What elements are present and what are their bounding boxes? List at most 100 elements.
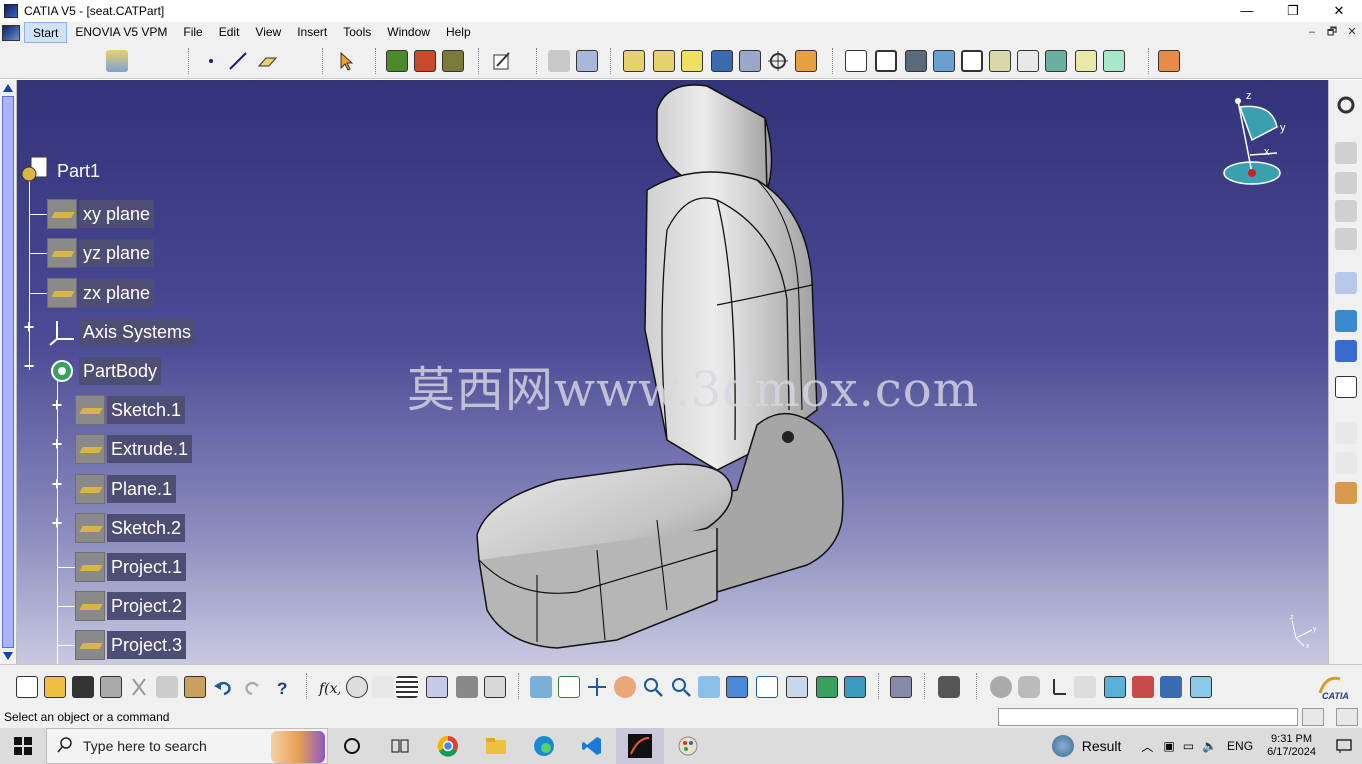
new-file-icon[interactable] (16, 676, 38, 698)
swap-space-icon[interactable] (844, 676, 866, 698)
scroll-thumb[interactable] (2, 96, 14, 648)
menu-window[interactable]: Window (379, 22, 438, 43)
chrome-icon[interactable] (424, 728, 472, 764)
swept-icon[interactable] (990, 676, 1012, 698)
power-input-button[interactable] (1336, 708, 1358, 726)
shaft-icon[interactable] (681, 50, 703, 72)
design-table-icon[interactable] (396, 676, 418, 698)
open-folder-icon[interactable] (44, 676, 66, 698)
paint-app-icon[interactable] (664, 728, 712, 764)
tree-node-yz-plane[interactable]: yz plane (47, 238, 155, 268)
network-icon[interactable]: ▭ (1183, 739, 1194, 753)
meet-now-icon[interactable]: ▣ (1163, 739, 1174, 753)
hole-icon[interactable] (767, 50, 789, 72)
task-view-icon[interactable] (376, 728, 424, 764)
chevron-up-icon[interactable]: ︿ (1141, 738, 1153, 755)
tree-node-root[interactable]: Part1 (19, 156, 104, 186)
apply-material-icon[interactable] (1335, 310, 1357, 332)
cut-icon[interactable] (128, 676, 150, 698)
remove-face-icon[interactable] (1017, 50, 1039, 72)
undo-icon[interactable] (212, 676, 234, 698)
print-icon[interactable] (100, 676, 122, 698)
transformation-icon[interactable] (1045, 50, 1067, 72)
tree-node-sketch-1[interactable]: Sketch.1 (75, 395, 186, 425)
tree-node-extrude-1[interactable]: Extrude.1 (75, 434, 193, 464)
layers-icon[interactable] (106, 50, 128, 72)
3d-viewport[interactable]: 莫西网www.3dmox.com z y x z y x Part1 xy pl… (17, 80, 1328, 664)
expand-icon[interactable]: + (50, 435, 64, 453)
comment-icon[interactable] (346, 676, 368, 698)
tree-node-xy-plane[interactable]: xy plane (47, 199, 155, 229)
line-icon[interactable] (227, 50, 249, 72)
tree-node-project-2[interactable]: Project.2 (75, 591, 187, 621)
law-icon[interactable] (372, 676, 394, 698)
layer-filter-icon[interactable] (1104, 676, 1126, 698)
knowledge-icon[interactable] (1335, 482, 1357, 504)
check-icon[interactable] (1132, 676, 1154, 698)
draft-icon[interactable] (905, 50, 927, 72)
tree-node-axis-systems[interactable]: Axis Systems (47, 317, 196, 347)
menu-tools[interactable]: Tools (335, 22, 379, 43)
tree-node-plane-1[interactable]: Plane.1 (75, 474, 177, 504)
measure-icon[interactable] (1335, 142, 1357, 164)
flag-note-icon[interactable] (1335, 452, 1357, 474)
material-icon[interactable] (1190, 676, 1212, 698)
tree-node-sketch-2[interactable]: Sketch.2 (75, 513, 186, 543)
cortana-icon[interactable] (328, 728, 376, 764)
draft-analysis-icon[interactable] (1335, 228, 1357, 250)
update-icon[interactable] (386, 50, 408, 72)
plane-icon[interactable] (256, 50, 278, 72)
text-annotation-icon[interactable] (1335, 422, 1357, 444)
maximize-button[interactable]: ❐ (1270, 0, 1316, 22)
shading-icon[interactable] (786, 676, 808, 698)
pattern-icon[interactable] (1103, 50, 1125, 72)
compass-icon[interactable]: z y x (1202, 85, 1292, 195)
weather-text[interactable]: Result (1082, 738, 1122, 754)
catalog-browser-icon[interactable] (890, 676, 912, 698)
multi-view-icon[interactable] (726, 676, 748, 698)
notification-icon[interactable] (1326, 738, 1362, 754)
clock[interactable]: 9:31 PM 6/17/2024 (1267, 733, 1316, 759)
fit-all-in-icon[interactable] (558, 676, 580, 698)
catia-menu-logo-icon[interactable] (2, 24, 20, 41)
select-arrow-icon[interactable] (336, 50, 358, 72)
pan-icon[interactable] (586, 676, 608, 698)
lock-icon[interactable] (456, 676, 478, 698)
scroll-down-icon[interactable] (3, 652, 13, 660)
axis-system-icon[interactable] (548, 50, 570, 72)
isometric-view-icon[interactable] (756, 676, 778, 698)
mirror-icon[interactable] (1075, 50, 1097, 72)
redo-icon[interactable] (242, 676, 264, 698)
capture-camera-icon[interactable] (938, 676, 960, 698)
menu-enovia[interactable]: ENOVIA V5 VPM (67, 22, 175, 43)
file-explorer-icon[interactable] (472, 728, 520, 764)
close-button[interactable]: ✕ (1316, 0, 1362, 22)
constraint-icon[interactable] (1335, 272, 1357, 294)
whats-this-icon[interactable]: ? (272, 676, 294, 698)
update-all-icon[interactable] (442, 50, 464, 72)
menu-view[interactable]: View (247, 22, 289, 43)
fly-mode-icon[interactable] (530, 676, 552, 698)
menu-insert[interactable]: Insert (289, 22, 335, 43)
minimize-button[interactable]: — (1224, 0, 1270, 22)
parent-children-icon[interactable] (426, 676, 448, 698)
solid-combine-icon[interactable] (795, 50, 817, 72)
thread-icon[interactable] (989, 50, 1011, 72)
save-icon[interactable] (72, 676, 94, 698)
fillet-icon[interactable] (845, 50, 867, 72)
fit-all-icon[interactable] (1335, 376, 1357, 398)
gear-icon[interactable] (1335, 94, 1357, 116)
scroll-up-icon[interactable] (3, 84, 13, 92)
expand-icon[interactable]: + (50, 475, 64, 493)
taskbar-search-box[interactable]: Type here to search (46, 728, 328, 764)
point-icon[interactable] (200, 50, 222, 72)
chamfer-icon[interactable] (875, 50, 897, 72)
grid-icon[interactable] (1335, 340, 1357, 362)
volume-icon[interactable]: 🔈 (1202, 739, 1217, 753)
doc-restore-button[interactable]: 🗗 (1322, 22, 1342, 43)
scale-icon[interactable] (1074, 676, 1096, 698)
hand-icon[interactable] (1018, 676, 1040, 698)
tree-scrollbar[interactable] (0, 80, 17, 664)
zoom-in-icon[interactable] (642, 676, 664, 698)
boolean-icon[interactable] (1158, 50, 1180, 72)
